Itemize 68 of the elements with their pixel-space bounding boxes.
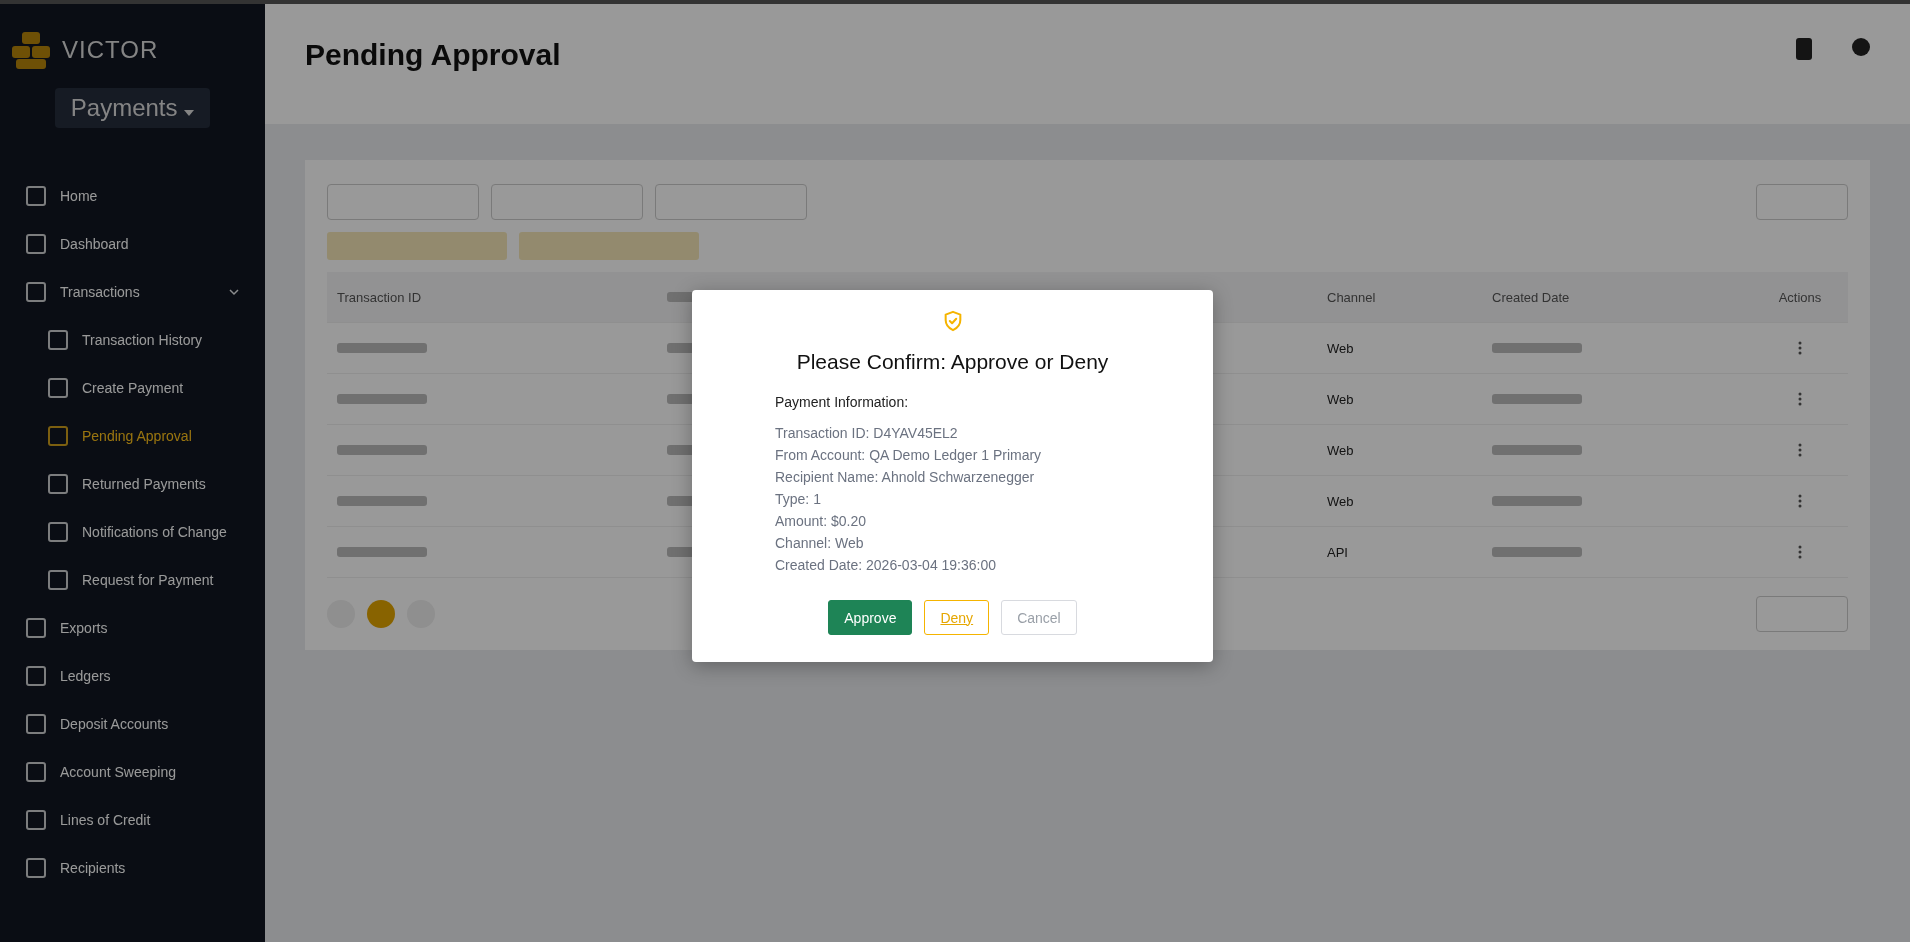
column-header: Created Date — [1492, 289, 1571, 305]
page-title: Pending Approval — [305, 38, 561, 72]
square-icon — [26, 858, 46, 878]
circle-icon[interactable] — [1852, 38, 1870, 56]
approve-button[interactable]: Approve — [828, 600, 913, 635]
sidebar-item[interactable]: Ledgers — [0, 652, 265, 700]
sidebar-item[interactable]: Dashboard — [0, 220, 265, 268]
detail-line: Channel: Web — [775, 534, 865, 553]
sidebar-subitem[interactable]: Returned Payments — [0, 460, 265, 508]
filter-field[interactable] — [491, 184, 643, 220]
kebab-menu-icon[interactable] — [1798, 443, 1802, 457]
column-header: Channel — [1327, 289, 1377, 305]
square-icon — [26, 666, 46, 686]
square-icon — [48, 522, 68, 542]
sidebar-subitem[interactable]: Pending Approval — [0, 412, 265, 460]
detail-line: Recipient Name: Ahnold Schwarzenegger — [775, 468, 1036, 487]
kebab-menu-icon[interactable] — [1798, 392, 1802, 406]
sidebar-subitem[interactable]: Create Payment — [0, 364, 265, 412]
sidebar-subitem[interactable]: Transaction History — [0, 316, 265, 364]
square-icon — [48, 426, 68, 446]
square-icon — [26, 714, 46, 734]
square-icon — [26, 282, 46, 302]
kebab-menu-icon[interactable] — [1798, 494, 1802, 508]
table-cell-text: Web — [1327, 493, 1355, 509]
detail-line: Created Date: 2026-03-04 19:36:00 — [775, 556, 998, 575]
square-icon — [48, 570, 68, 590]
square-icon — [26, 762, 46, 782]
sidebar-item[interactable]: Account Sweeping — [0, 748, 265, 796]
filter-field[interactable] — [327, 184, 479, 220]
table-cell-text: API — [1327, 544, 1349, 560]
filter-chip[interactable] — [519, 232, 699, 260]
square-icon — [26, 618, 46, 638]
sidebar-subitem[interactable]: Request for Payment — [0, 556, 265, 604]
sidebar-item[interactable]: Lines of Credit — [0, 796, 265, 844]
table-cell-text: Web — [1327, 442, 1355, 458]
table-cell-text: Web — [1327, 340, 1355, 356]
sidebar-item[interactable]: Recipients — [0, 844, 265, 892]
table-cell-text: Web — [1327, 391, 1355, 407]
caret-icon — [184, 110, 195, 116]
brand-name: VICTOR — [62, 36, 159, 64]
square-icon — [26, 186, 46, 206]
kebab-menu-icon[interactable] — [1798, 545, 1802, 559]
sidebar-item[interactable]: Transactions — [0, 268, 265, 316]
kebab-menu-icon[interactable] — [1798, 341, 1802, 355]
square-icon — [26, 234, 46, 254]
sidebar-item[interactable]: Deposit Accounts — [0, 700, 265, 748]
column-header: Actions — [1778, 289, 1822, 305]
sidebar-subitem[interactable]: Notifications of Change — [0, 508, 265, 556]
square-icon — [48, 330, 68, 350]
filter-chip[interactable] — [327, 232, 507, 260]
filter-field[interactable] — [655, 184, 807, 220]
detail-line: Amount: $0.20 — [775, 512, 868, 531]
section-heading: Payment Information: — [775, 394, 910, 410]
column-header: Transaction ID — [337, 289, 423, 305]
square-icon — [26, 810, 46, 830]
rows-per-page-select[interactable] — [1756, 596, 1848, 632]
detail-line: Transaction ID: D4YAV45EL2 — [775, 424, 959, 443]
dialog-title: Please Confirm: Approve or Deny — [796, 350, 1109, 374]
sidebar-item[interactable]: Exports — [0, 604, 265, 652]
sidebar-item[interactable]: Home — [0, 172, 265, 220]
pagination-button[interactable] — [367, 600, 395, 628]
detail-line: From Account: QA Demo Ledger 1 Primary — [775, 446, 1042, 465]
product-dropdown[interactable]: Payments — [54, 88, 211, 128]
filter-field[interactable] — [1756, 184, 1848, 220]
detail-line: Type: 1 — [775, 490, 822, 509]
phone-icon[interactable] — [1796, 38, 1812, 60]
square-icon — [48, 378, 68, 398]
square-icon — [48, 474, 68, 494]
